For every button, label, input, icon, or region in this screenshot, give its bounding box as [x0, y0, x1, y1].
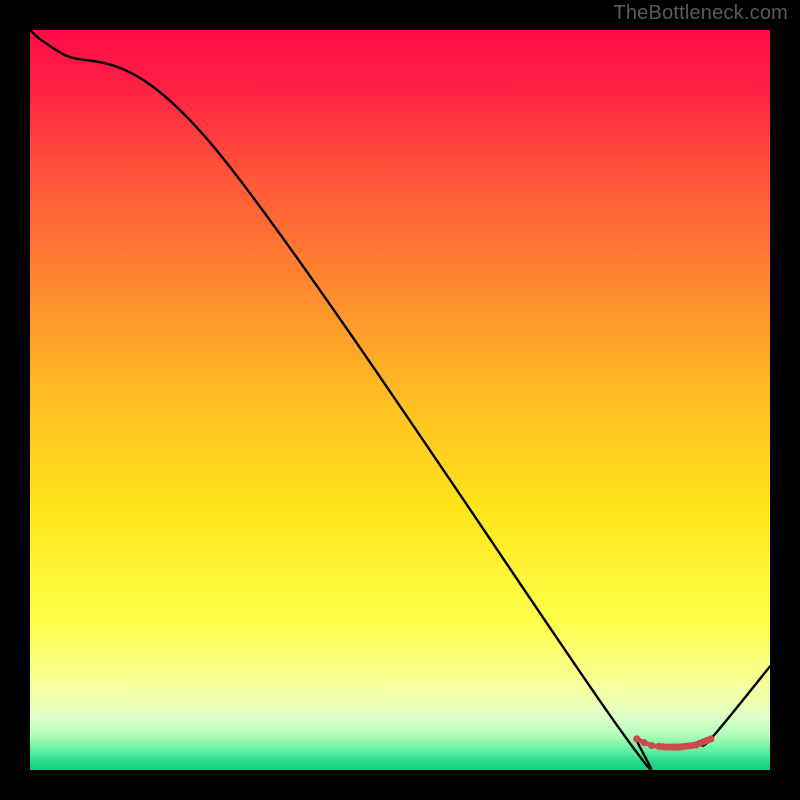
marker-dot: [633, 735, 640, 742]
chart-svg: [30, 30, 770, 770]
watermark-text: TheBottleneck.com: [613, 2, 788, 25]
chart-container: TheBottleneck.com: [0, 0, 800, 800]
marker-dot: [641, 739, 648, 746]
chart-plot: [30, 30, 770, 770]
marker-dot: [648, 742, 655, 749]
marker-dot: [707, 735, 714, 742]
gradient-background: [30, 30, 770, 770]
